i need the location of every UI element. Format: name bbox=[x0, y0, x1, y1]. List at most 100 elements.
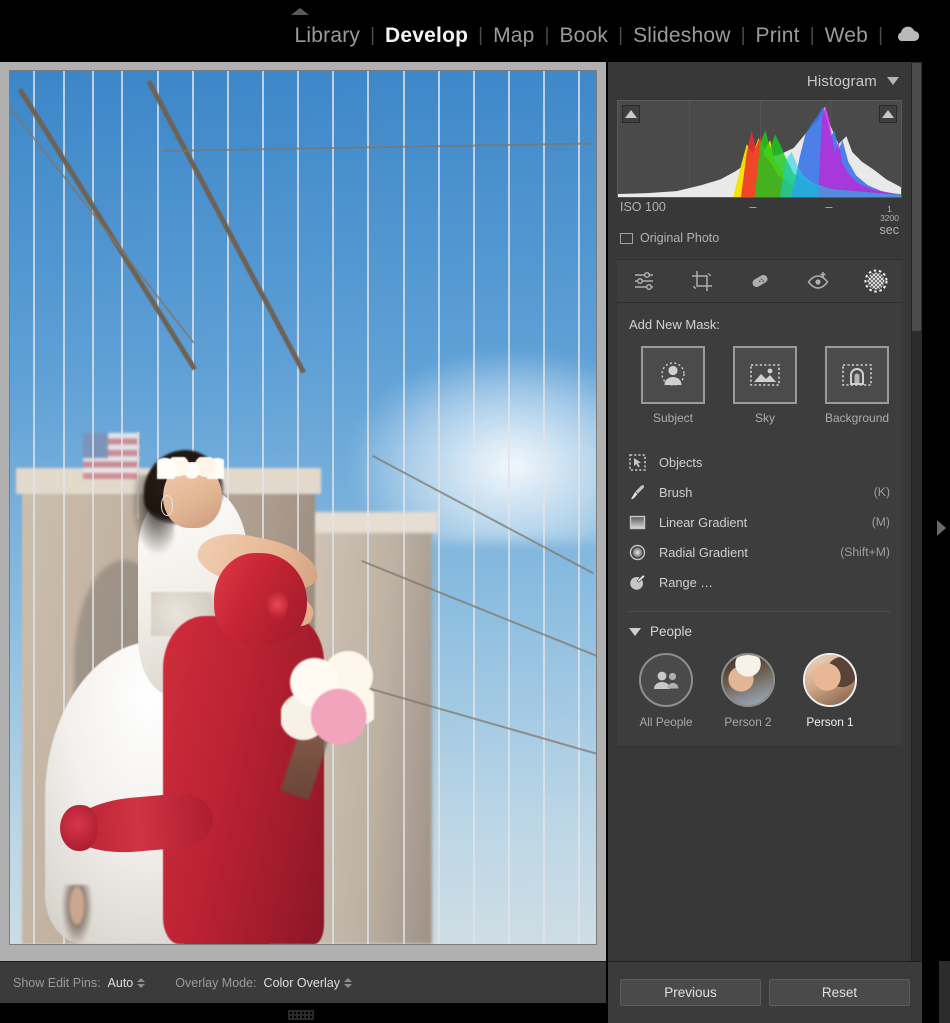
sky-mask-icon bbox=[733, 346, 797, 404]
histogram-metadata: ISO 100 – – 1 3200 sec bbox=[620, 200, 899, 226]
people-divider bbox=[629, 611, 890, 612]
mask-tool-linear-gradient[interactable]: Linear Gradient (M) bbox=[629, 507, 890, 537]
module-separator: | bbox=[740, 23, 747, 49]
subject-mask-icon bbox=[641, 346, 705, 404]
bride-earring bbox=[161, 495, 174, 516]
mask-tool-radial-gradient[interactable]: Radial Gradient (Shift+M) bbox=[629, 537, 890, 567]
mask-tool-objects-label: Objects bbox=[655, 455, 890, 470]
shutter-unit: sec bbox=[880, 223, 899, 237]
mask-tool-range[interactable]: Range … bbox=[629, 567, 890, 597]
mask-card-sky-label: Sky bbox=[733, 411, 797, 425]
avatar bbox=[639, 653, 693, 707]
mask-card-subject[interactable]: Subject bbox=[641, 346, 705, 425]
module-slideshow[interactable]: Slideshow bbox=[624, 22, 740, 50]
person-card-all-people[interactable]: All People bbox=[635, 653, 697, 729]
right-panel: Histogram I bbox=[608, 62, 922, 961]
overlay-mode-stepper-icon[interactable] bbox=[344, 978, 352, 988]
people-section-header[interactable]: People bbox=[629, 624, 890, 639]
mask-tool-brush-shortcut: (K) bbox=[874, 485, 890, 499]
mask-card-sky[interactable]: Sky bbox=[733, 346, 797, 425]
show-edit-pins-label: Show Edit Pins: bbox=[13, 976, 101, 990]
module-print[interactable]: Print bbox=[747, 22, 809, 50]
module-separator: | bbox=[544, 23, 551, 49]
shutter-denominator: 3200 bbox=[880, 214, 899, 223]
top-module-bar: Library | Develop | Map | Book | Slidesh… bbox=[0, 0, 950, 62]
module-develop[interactable]: Develop bbox=[376, 22, 477, 50]
person-name: All People bbox=[635, 715, 697, 729]
mask-tool-objects[interactable]: Objects bbox=[629, 447, 890, 477]
module-map[interactable]: Map bbox=[484, 22, 543, 50]
overlay-mode-value[interactable]: Color Overlay bbox=[264, 976, 340, 990]
people-group-icon bbox=[651, 668, 681, 692]
mask-tool-range-label: Range … bbox=[655, 575, 890, 590]
mask-tool-linear-gradient-label: Linear Gradient bbox=[655, 515, 872, 530]
linear-gradient-icon bbox=[629, 514, 655, 531]
scrollbar-thumb[interactable] bbox=[912, 63, 921, 331]
histogram-header[interactable]: Histogram bbox=[608, 62, 911, 100]
person-card-person-2[interactable]: Person 2 bbox=[717, 653, 779, 729]
avatar bbox=[803, 653, 857, 707]
show-edit-pins-stepper-icon[interactable] bbox=[137, 978, 145, 988]
focal-length-value: – bbox=[715, 200, 791, 214]
edit-sliders-icon[interactable] bbox=[630, 267, 658, 295]
top-panel-collapse-icon[interactable] bbox=[291, 8, 309, 15]
overlay-mode-label: Overlay Mode: bbox=[175, 976, 256, 990]
module-separator: | bbox=[369, 23, 376, 49]
couple-subject bbox=[45, 455, 467, 944]
background-person bbox=[62, 885, 92, 944]
red-eye-icon[interactable] bbox=[804, 267, 832, 295]
bride-thumbnail bbox=[723, 655, 773, 705]
module-separator: | bbox=[877, 23, 884, 49]
healing-brush-icon[interactable] bbox=[746, 267, 774, 295]
masking-panel: Add New Mask: Subject bbox=[617, 303, 902, 745]
shutter-speed-value: 1 3200 sec bbox=[867, 200, 899, 237]
groom-hand-masked bbox=[60, 805, 98, 851]
module-book[interactable]: Book bbox=[550, 22, 617, 50]
mask-card-background[interactable]: Background bbox=[825, 346, 889, 425]
panel-bottom-buttons: Previous Reset bbox=[608, 961, 922, 1023]
photo-toolbar: Show Edit Pins: Auto Overlay Mode: Color… bbox=[0, 961, 606, 1003]
range-mask-icon bbox=[629, 574, 655, 591]
person-name: Person 2 bbox=[717, 715, 779, 729]
shutter-fraction: 1 3200 bbox=[880, 205, 899, 223]
highlight-clipping-indicator[interactable] bbox=[879, 105, 897, 123]
filmstrip-resize-grip-icon[interactable] bbox=[288, 1010, 314, 1020]
cloud-icon[interactable] bbox=[884, 25, 926, 47]
triangle-down-icon[interactable] bbox=[887, 77, 899, 85]
module-web[interactable]: Web bbox=[816, 22, 877, 50]
original-photo-label: Original Photo bbox=[640, 231, 719, 245]
show-edit-pins-value[interactable]: Auto bbox=[108, 976, 134, 990]
mask-tool-brush[interactable]: Brush (K) bbox=[629, 477, 890, 507]
background-mask-icon bbox=[825, 346, 889, 404]
shadow-clipping-indicator[interactable] bbox=[622, 105, 640, 123]
image-canvas-area bbox=[0, 62, 606, 961]
triangle-down-icon[interactable] bbox=[629, 628, 641, 636]
photo-frame[interactable] bbox=[9, 70, 597, 945]
mask-tool-radial-gradient-label: Radial Gradient bbox=[655, 545, 840, 560]
groom-ear-masked bbox=[267, 590, 288, 619]
bridal-bouquet bbox=[281, 646, 374, 754]
previous-button[interactable]: Previous bbox=[620, 979, 761, 1006]
mask-tool-list: Objects Brush (K) bbox=[629, 447, 890, 597]
lightroom-window: Library | Develop | Map | Book | Slidesh… bbox=[0, 0, 950, 1023]
reset-button[interactable]: Reset bbox=[769, 979, 910, 1006]
people-section-title: People bbox=[650, 624, 692, 639]
right-panel-collapse-icon[interactable] bbox=[937, 520, 946, 536]
module-separator: | bbox=[477, 23, 484, 49]
histogram-graph[interactable] bbox=[617, 100, 902, 198]
photo-preview[interactable] bbox=[10, 71, 596, 944]
person-card-person-1[interactable]: Person 1 bbox=[799, 653, 861, 729]
add-new-mask-label: Add New Mask: bbox=[629, 317, 890, 332]
radial-gradient-icon bbox=[629, 544, 655, 561]
brush-icon bbox=[629, 484, 655, 501]
person-name: Person 1 bbox=[799, 715, 861, 729]
groom-head-masked bbox=[214, 553, 307, 646]
module-library[interactable]: Library bbox=[286, 22, 370, 50]
develop-tool-strip bbox=[617, 259, 902, 303]
checkbox-icon[interactable] bbox=[620, 233, 633, 244]
right-panel-scrollbar[interactable] bbox=[911, 62, 922, 961]
original-photo-toggle[interactable]: Original Photo bbox=[620, 226, 899, 250]
masking-icon[interactable] bbox=[862, 267, 890, 295]
crop-icon[interactable] bbox=[688, 267, 716, 295]
bride-flower-crown bbox=[157, 457, 225, 479]
